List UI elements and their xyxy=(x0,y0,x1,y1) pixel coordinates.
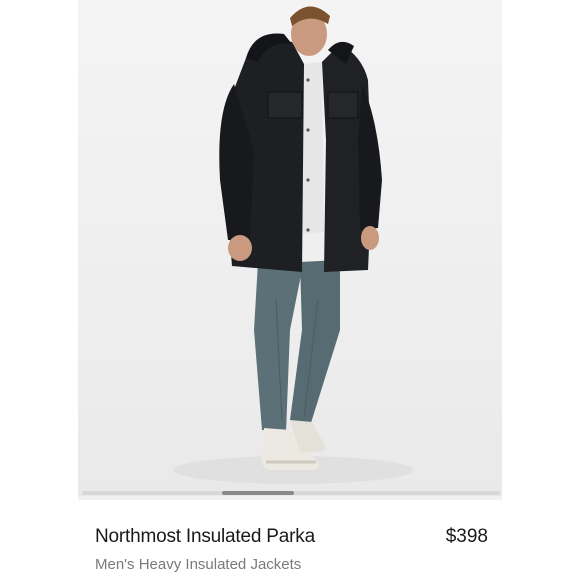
product-image[interactable] xyxy=(78,0,502,496)
product-name[interactable]: Northmost Insulated Parka xyxy=(95,526,315,548)
product-card[interactable]: Northmost Insulated Parka $398 Men's Hea… xyxy=(78,0,502,580)
carousel-scrollbar[interactable] xyxy=(82,491,500,495)
product-info[interactable]: Northmost Insulated Parka $398 Men's Hea… xyxy=(78,500,502,580)
product-price: $398 xyxy=(445,526,488,547)
carousel-scroll-thumb[interactable] xyxy=(222,491,294,495)
product-category: Men's Heavy Insulated Jackets xyxy=(95,556,302,573)
model-photo-illustration xyxy=(173,6,413,484)
